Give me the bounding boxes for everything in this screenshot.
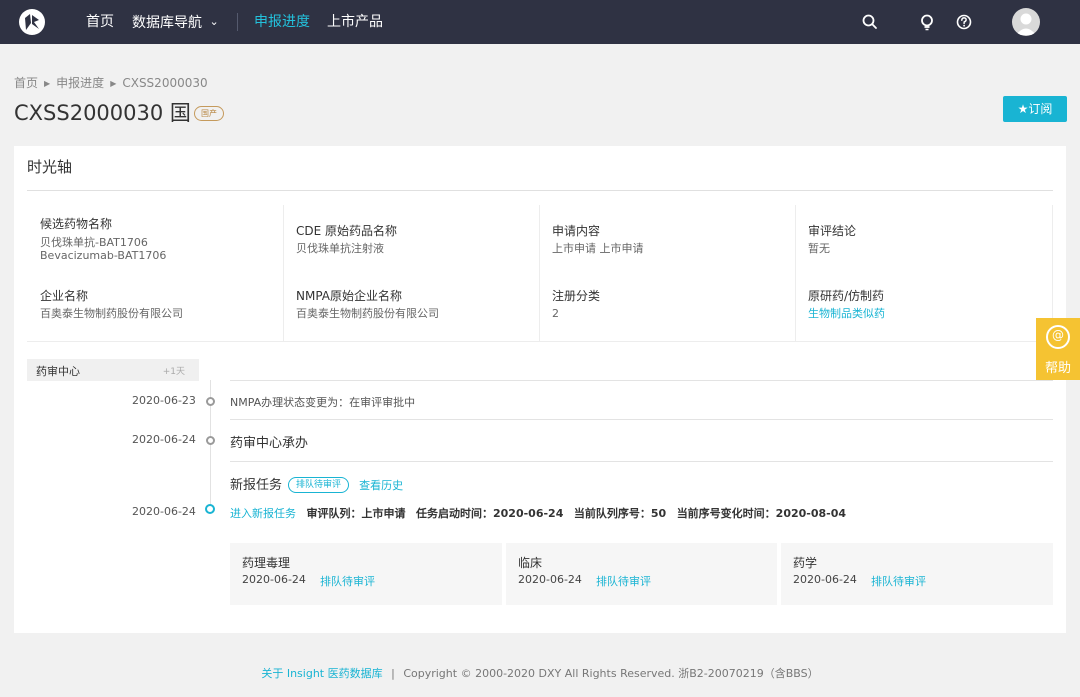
task-title-row: 新报任务 排队待审评 查看历史 — [230, 474, 403, 493]
subtask-status[interactable]: 排队待审评 — [596, 573, 651, 589]
info-value: 贝伐珠单抗-BAT1706 — [40, 236, 148, 249]
breadcrumb-arrow-icon: ▶ — [44, 79, 51, 88]
nav-progress[interactable]: 申报进度 — [254, 13, 310, 31]
subtask-pharmacology: 药理毒理 2020-06-24 排队待审评 — [230, 543, 502, 605]
page-title: CXSS2000030 国 — [14, 101, 191, 125]
breadcrumb-arrow-icon: ▶ — [110, 79, 117, 88]
chevron-down-icon: ⌄ — [209, 15, 219, 28]
info-candidate-drug: 候选药物名称 贝伐珠单抗-BAT1706 Bevacizumab-BAT1706 — [27, 205, 283, 273]
info-label: 审评结论 — [808, 224, 857, 238]
timeline-rule — [230, 461, 1053, 462]
event-text: 药审中心承办 — [230, 436, 309, 451]
help-widget[interactable]: @ 帮助 — [1036, 318, 1080, 380]
subtask-status[interactable]: 排队待审评 — [320, 573, 375, 589]
breadcrumb: 首页 ▶ 申报进度 ▶ CXSS2000030 — [14, 74, 208, 91]
footer-separator: | — [391, 667, 395, 680]
search-icon[interactable] — [861, 13, 879, 31]
logo-icon[interactable] — [19, 9, 45, 35]
task-start-time: 任务启动时间：2020-06-24 — [416, 507, 564, 520]
task-seq: 当前队列序号：50 — [573, 507, 667, 520]
info-label: 原研药/仿制药 — [808, 289, 885, 303]
info-grid: 候选药物名称 贝伐珠单抗-BAT1706 Bevacizumab-BAT1706… — [27, 205, 1053, 342]
event-dot-icon — [206, 436, 215, 445]
info-application: 申请内容 上市申请 上市申请 — [539, 205, 795, 273]
info-registration-class: 注册分类 2 — [539, 273, 795, 341]
event-date: 2020-06-24 — [132, 433, 196, 446]
user-icon — [1016, 13, 1036, 35]
subtask-date: 2020-06-24 — [793, 573, 857, 586]
footer-copyright: Copyright © 2000-2020 DXY All Rights Res… — [403, 667, 819, 680]
subtask-pharmacy: 药学 2020-06-24 排队待审评 — [781, 543, 1053, 605]
event-dot-active-icon — [205, 504, 215, 514]
info-label: 候选药物名称 — [40, 217, 113, 231]
card-title: 时光轴 — [27, 158, 73, 176]
nav-database-menu[interactable]: 数据库导航 ⌄ — [132, 13, 219, 32]
nav-products[interactable]: 上市产品 — [327, 13, 383, 31]
timeline-day-delta: +1天 — [162, 367, 185, 377]
info-cde-name: CDE 原始药品名称 贝伐珠单抗注射液 — [283, 205, 539, 273]
info-label: 注册分类 — [552, 289, 601, 303]
breadcrumb-home[interactable]: 首页 — [14, 76, 38, 90]
top-nav: 首页 数据库导航 ⌄ 申报进度 上市产品 — [0, 0, 1080, 44]
info-conclusion: 审评结论 暂无 — [795, 205, 1051, 273]
task-detail: 进入新报任务 审评队列：上市申请 任务启动时间：2020-06-24 当前队列序… — [230, 505, 846, 521]
info-value: 暂无 — [808, 242, 830, 255]
nav-divider — [237, 13, 238, 31]
card-divider — [27, 190, 1053, 191]
info-value: 百奥泰生物制药股份有限公司 — [40, 307, 183, 320]
footer-about-link[interactable]: 关于 Insight 医药数据库 — [261, 667, 382, 680]
info-value: 贝伐珠单抗注射液 — [296, 242, 384, 255]
subtask-name: 临床 — [518, 556, 543, 570]
breadcrumb-progress[interactable]: 申报进度 — [56, 76, 104, 90]
avatar[interactable] — [1012, 8, 1040, 36]
subtask-name: 药学 — [793, 556, 818, 570]
info-drug-type: 原研药/仿制药 生物制品类似药 — [795, 273, 1051, 341]
info-label: 申请内容 — [552, 224, 601, 238]
nav-database-label: 数据库导航 — [132, 15, 202, 31]
info-company: 企业名称 百奥泰生物制药股份有限公司 — [27, 273, 283, 341]
info-label: NMPA原始企业名称 — [296, 289, 403, 303]
event-date: 2020-06-23 — [132, 394, 196, 407]
help-icon: @ — [1046, 325, 1070, 349]
timeline-center-name: 药审中心 — [36, 365, 80, 378]
help-label: 帮助 — [1044, 361, 1071, 376]
info-value: 2 — [552, 307, 559, 320]
event-dot-icon — [206, 397, 215, 406]
nav-home[interactable]: 首页 — [86, 13, 114, 31]
task-seq-change: 当前序号变化时间：2020-08-04 — [676, 507, 847, 520]
footer: 关于 Insight 医药数据库 | Copyright © 2000-2020… — [0, 665, 1080, 681]
view-history-link[interactable]: 查看历史 — [359, 479, 403, 492]
timeline-rule — [230, 419, 1053, 420]
task-status-badge: 排队待审评 — [288, 477, 350, 493]
subtask-status[interactable]: 排队待审评 — [871, 573, 926, 589]
subtask-name: 药理毒理 — [242, 556, 291, 570]
lightbulb-icon[interactable] — [918, 13, 936, 31]
info-label: 企业名称 — [40, 289, 89, 303]
subscribe-button[interactable]: ★订阅 — [1003, 96, 1067, 122]
info-value-en: Bevacizumab-BAT1706 — [40, 249, 167, 262]
help-question-icon[interactable] — [955, 13, 973, 31]
timeline-rule — [230, 380, 1053, 381]
enter-task-link[interactable]: 进入新报任务 — [230, 507, 296, 520]
timeline-center-header: 药审中心 +1天 — [27, 359, 199, 381]
info-value: 上市申请 上市申请 — [552, 242, 644, 255]
task-title: 新报任务 — [230, 478, 283, 493]
info-label: CDE 原始药品名称 — [296, 224, 398, 238]
event-date: 2020-06-24 — [132, 505, 196, 518]
timeline-card: 时光轴 候选药物名称 贝伐珠单抗-BAT1706 Bevacizumab-BAT… — [14, 146, 1066, 633]
subtask-date: 2020-06-24 — [518, 573, 582, 586]
breadcrumb-current: CXSS2000030 — [122, 76, 208, 90]
info-nmpa-company: NMPA原始企业名称 百奥泰生物制药股份有限公司 — [283, 273, 539, 341]
info-drug-type-link[interactable]: 生物制品类似药 — [808, 307, 885, 320]
subtask-clinical: 临床 2020-06-24 排队待审评 — [506, 543, 777, 605]
origin-badge: 国产 — [194, 106, 224, 121]
info-value: 百奥泰生物制药股份有限公司 — [296, 307, 439, 320]
event-text: NMPA办理状态变更为：在审评审批中 — [230, 396, 416, 409]
task-queue: 审评队列：上市申请 — [306, 507, 406, 520]
subtask-date: 2020-06-24 — [242, 573, 306, 586]
